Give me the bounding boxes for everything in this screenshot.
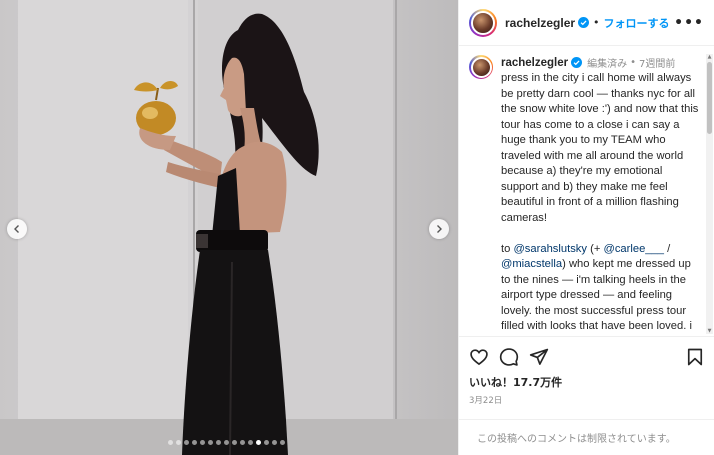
carousel-dot bbox=[216, 440, 221, 445]
carousel-dot bbox=[200, 440, 205, 445]
header-username[interactable]: rachelzegler bbox=[505, 16, 575, 30]
comment-disabled-bar: この投稿へのコメントは制限されています。 bbox=[459, 419, 714, 455]
verified-icon bbox=[571, 57, 583, 68]
bookmark-icon[interactable] bbox=[685, 347, 705, 367]
carousel-dot bbox=[176, 440, 181, 445]
mention-link[interactable]: @sarahslutsky bbox=[513, 243, 587, 255]
mention-link[interactable]: @miacstella bbox=[501, 258, 562, 270]
more-options-icon[interactable]: ••• bbox=[674, 15, 704, 31]
caption-scrollbar[interactable]: ▲ ▼ bbox=[706, 54, 713, 334]
carousel-dot bbox=[272, 440, 277, 445]
share-icon[interactable] bbox=[529, 347, 549, 367]
scroll-up-arrow[interactable]: ▲ bbox=[706, 54, 713, 60]
header-separator: • bbox=[593, 16, 600, 29]
carousel-dot bbox=[264, 440, 269, 445]
comment-icon[interactable] bbox=[499, 347, 519, 367]
carousel-indicator bbox=[168, 440, 285, 445]
post-side-panel: rachelzegler • フォローする ••• rachelzegler 編… bbox=[458, 0, 714, 455]
chevron-right-icon bbox=[437, 225, 442, 233]
carousel-dot bbox=[232, 440, 237, 445]
previous-slide-button[interactable] bbox=[7, 219, 27, 239]
next-slide-button[interactable] bbox=[429, 219, 449, 239]
chevron-left-icon bbox=[14, 225, 19, 233]
caption-paragraph: to @sarahslutsky (+ @carlee___ / @miacst… bbox=[501, 242, 701, 335]
caption-paragraph: press in the city i call home will alway… bbox=[501, 72, 699, 224]
comments-restricted-text: この投稿へのコメントは制限されています。 bbox=[477, 434, 676, 445]
follow-button[interactable]: フォローする bbox=[604, 15, 670, 31]
caption-meta: rachelzegler 編集済み • 7週間前 bbox=[501, 55, 701, 71]
carousel-dot bbox=[224, 440, 229, 445]
carousel-dot bbox=[192, 440, 197, 445]
caption-area: rachelzegler 編集済み • 7週間前 press in the ci… bbox=[459, 47, 714, 334]
woman-figure bbox=[134, 13, 319, 455]
carousel-dot bbox=[184, 440, 189, 445]
heart-icon[interactable] bbox=[469, 347, 489, 367]
verified-icon bbox=[578, 17, 590, 28]
scroll-thumb[interactable] bbox=[707, 62, 712, 134]
caption-text: press in the city i call home will alway… bbox=[501, 71, 701, 334]
carousel-dot bbox=[256, 440, 261, 445]
mention-link[interactable]: @carlee___ bbox=[603, 243, 664, 255]
carousel-dot bbox=[168, 440, 173, 445]
carousel-dot bbox=[208, 440, 213, 445]
post-actions: いいね！17.7万件 3月22日 bbox=[459, 336, 714, 406]
time-ago[interactable]: 7週間前 bbox=[639, 55, 675, 70]
carousel-dot bbox=[280, 440, 285, 445]
scroll-down-arrow[interactable]: ▼ bbox=[706, 328, 713, 334]
avatar[interactable] bbox=[469, 8, 497, 37]
edited-label: 編集済み bbox=[587, 59, 628, 70]
carousel-dot bbox=[248, 440, 253, 445]
post-header: rachelzegler • フォローする ••• bbox=[459, 0, 714, 46]
caption-avatar[interactable] bbox=[469, 55, 493, 79]
caption-username[interactable]: rachelzegler bbox=[501, 57, 568, 69]
likes-count[interactable]: いいね！17.7万件 bbox=[469, 374, 705, 390]
post-date[interactable]: 3月22日 bbox=[469, 394, 705, 406]
caption-fragment: to bbox=[501, 242, 514, 255]
caption-fragment: / bbox=[663, 242, 671, 255]
post-photo[interactable] bbox=[0, 0, 458, 455]
carousel-dot bbox=[240, 440, 245, 445]
caption-fragment: (+ bbox=[587, 242, 604, 255]
meta-separator: • bbox=[630, 57, 637, 68]
